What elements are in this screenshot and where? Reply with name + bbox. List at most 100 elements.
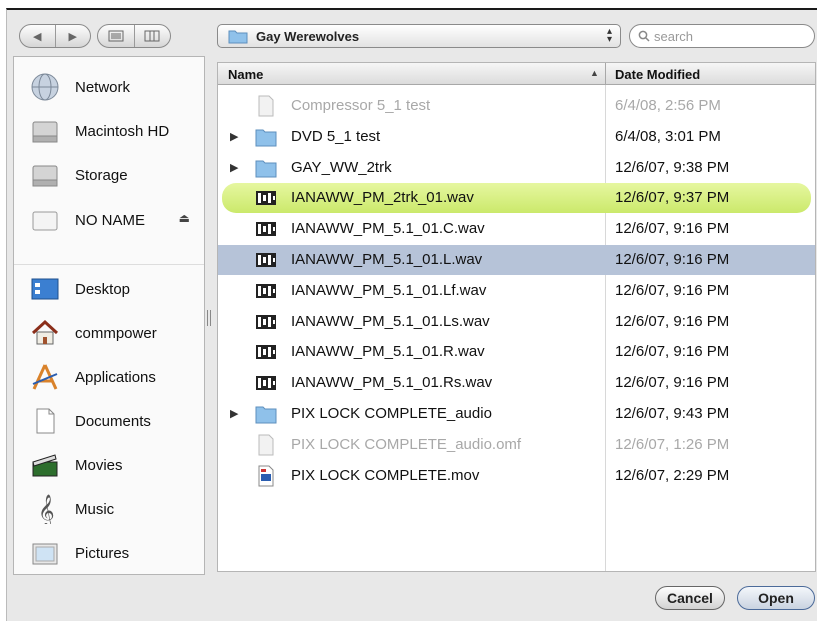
applications-icon — [32, 364, 58, 390]
hard-drive-icon — [32, 121, 58, 143]
file-name: IANAWW_PM_5.1_01.Rs.wav — [291, 374, 493, 392]
view-mode-control — [97, 24, 171, 48]
sidebar-item-pictures[interactable]: Pictures — [14, 535, 204, 571]
file-name: PIX LOCK COMPLETE_audio.omf — [291, 435, 522, 453]
file-list: Name ▲ Date Modified Compressor 5_1 test… — [217, 62, 816, 572]
sidebar-item-label: commpower — [75, 324, 157, 342]
forward-button[interactable]: ▶ — [54, 25, 91, 47]
sidebar-item-label: Applications — [75, 368, 156, 386]
sidebar-item-applications[interactable]: Applications — [14, 359, 204, 395]
file-row[interactable]: IANAWW_PM_5.1_01.Ls.wav 12/6/07, 9:16 PM — [218, 307, 815, 337]
sidebar-item-storage[interactable]: Storage — [14, 157, 204, 193]
pictures-icon — [32, 543, 58, 565]
file-date: 12/6/07, 9:16 PM — [615, 374, 730, 392]
list-view-button[interactable] — [98, 25, 134, 47]
document-icon — [254, 94, 278, 118]
cancel-button[interactable]: Cancel — [655, 586, 725, 610]
sidebar-item-network[interactable]: Network — [14, 69, 204, 105]
file-row[interactable]: PIX LOCK COMPLETE.mov 12/6/07, 2:29 PM — [218, 461, 815, 491]
sidebar-item-label: Storage — [75, 166, 128, 184]
toolbar: ◀ ▶ Gay Werewolves ▴ ▾ — [7, 10, 817, 56]
removable-drive-icon — [32, 211, 58, 231]
search-field[interactable] — [629, 24, 815, 48]
sidebar-item-label: Macintosh HD — [75, 122, 170, 140]
file-row[interactable]: PIX LOCK COMPLETE_audio.omf 12/6/07, 1:26… — [218, 430, 815, 460]
network-globe-icon — [31, 73, 59, 101]
folder-icon — [254, 125, 278, 149]
audio-file-icon — [254, 279, 278, 303]
file-row[interactable]: IANAWW_PM_5.1_01.Lf.wav 12/6/07, 9:16 PM — [218, 276, 815, 306]
desktop-icon — [31, 278, 59, 300]
document-icon — [254, 433, 278, 457]
file-date: 12/6/07, 9:16 PM — [615, 343, 730, 361]
audio-file-icon — [254, 186, 278, 210]
hard-drive-icon — [32, 165, 58, 187]
disclosure-triangle-icon[interactable]: ▶ — [230, 161, 238, 174]
sidebar: Network Macintosh HD Storage NO NAME ⏏ D… — [13, 56, 205, 575]
open-file-dialog: ◀ ▶ Gay Werewolves ▴▾ Network — [6, 8, 817, 621]
file-date: 12/6/07, 9:43 PM — [615, 405, 730, 422]
location-popup[interactable]: Gay Werewolves ▴ ▾ — [217, 24, 621, 48]
music-icon: 𝄞 — [38, 494, 55, 524]
sidebar-item-label: Documents — [75, 412, 151, 430]
sidebar-item-commpower[interactable]: commpower — [14, 315, 204, 351]
file-row[interactable]: ▶ GAY_WW_2trk 12/6/07, 9:38 PM — [218, 153, 815, 183]
sidebar-item-macintosh-hd[interactable]: Macintosh HD — [14, 113, 204, 149]
location-label: Gay Werewolves — [256, 28, 360, 44]
file-name: IANAWW_PM_2trk_01.wav — [291, 189, 474, 207]
disclosure-triangle-icon[interactable]: ▶ — [230, 407, 238, 420]
sidebar-item-documents[interactable]: Documents — [14, 403, 204, 439]
sidebar-item-desktop[interactable]: Desktop — [14, 271, 204, 307]
file-name: IANAWW_PM_5.1_01.Lf.wav — [291, 281, 487, 299]
open-button[interactable]: Open — [737, 586, 815, 610]
audio-file-icon — [254, 340, 278, 364]
sidebar-item-label: NO NAME — [75, 211, 146, 229]
splitter-handle[interactable] — [207, 310, 211, 326]
search-icon — [638, 30, 650, 42]
sidebar-item-label: Pictures — [75, 544, 130, 562]
eject-icon[interactable]: ⏏ — [179, 211, 190, 225]
column-divider[interactable] — [605, 63, 606, 84]
file-name: IANAWW_PM_5.1_01.C.wav — [291, 220, 485, 238]
file-row[interactable]: IANAWW_PM_5.1_01.Rs.wav 12/6/07, 9:16 PM — [218, 368, 815, 398]
sidebar-item-label: Movies — [75, 456, 123, 474]
column-header-name[interactable]: Name — [228, 67, 263, 82]
search-input[interactable] — [654, 28, 794, 44]
audio-file-icon — [254, 248, 278, 272]
file-row[interactable]: IANAWW_PM_2trk_01.wav 12/6/07, 9:37 PM — [222, 183, 811, 214]
back-forward-control: ◀ ▶ — [19, 24, 91, 48]
file-date: 12/6/07, 9:16 PM — [615, 281, 730, 299]
home-icon — [31, 319, 59, 345]
file-date: 12/6/07, 9:16 PM — [615, 312, 730, 330]
folder-icon — [228, 30, 248, 44]
column-view-icon — [144, 30, 160, 42]
folder-icon — [254, 156, 278, 180]
file-name: GAY_WW_2trk — [291, 158, 392, 176]
file-row[interactable]: IANAWW_PM_5.1_01.C.wav 12/6/07, 9:16 PM — [218, 214, 815, 244]
file-name: IANAWW_PM_5.1_01.L.wav — [291, 251, 483, 268]
audio-file-icon — [254, 371, 278, 395]
back-button[interactable]: ◀ — [20, 25, 55, 47]
file-date: 6/4/08, 2:56 PM — [615, 97, 721, 114]
file-row[interactable]: IANAWW_PM_5.1_01.R.wav 12/6/07, 9:16 PM — [218, 337, 815, 367]
sidebar-item-music[interactable]: 𝄞 Music — [14, 491, 204, 527]
file-name: PIX LOCK COMPLETE_audio — [291, 405, 492, 422]
svg-text:𝄞: 𝄞 — [38, 494, 55, 524]
file-row[interactable]: IANAWW_PM_5.1_01.L.wav 12/6/07, 9:16 PM — [218, 245, 815, 275]
sidebar-item-movies[interactable]: Movies — [14, 447, 204, 483]
file-date: 6/4/08, 3:01 PM — [615, 127, 721, 145]
file-date: 12/6/07, 9:38 PM — [615, 158, 730, 176]
file-name: IANAWW_PM_5.1_01.Ls.wav — [291, 312, 490, 330]
documents-icon — [36, 408, 55, 434]
column-header-date[interactable]: Date Modified — [615, 67, 700, 82]
column-view-button[interactable] — [133, 25, 171, 47]
file-row[interactable]: ▶ DVD 5_1 test 6/4/08, 3:01 PM — [218, 122, 815, 152]
audio-file-icon — [254, 310, 278, 334]
file-row[interactable]: ▶ PIX LOCK COMPLETE_audio 12/6/07, 9:43 PM — [218, 399, 815, 429]
disclosure-triangle-icon[interactable]: ▶ — [230, 130, 238, 143]
file-row[interactable]: Compressor 5_1 test 6/4/08, 2:56 PM — [218, 91, 815, 121]
list-view-icon — [108, 30, 124, 42]
forward-arrow-icon: ▶ — [68, 30, 77, 43]
sidebar-item-no-name[interactable]: NO NAME ⏏ — [14, 202, 204, 238]
file-date: 12/6/07, 9:16 PM — [615, 220, 730, 238]
